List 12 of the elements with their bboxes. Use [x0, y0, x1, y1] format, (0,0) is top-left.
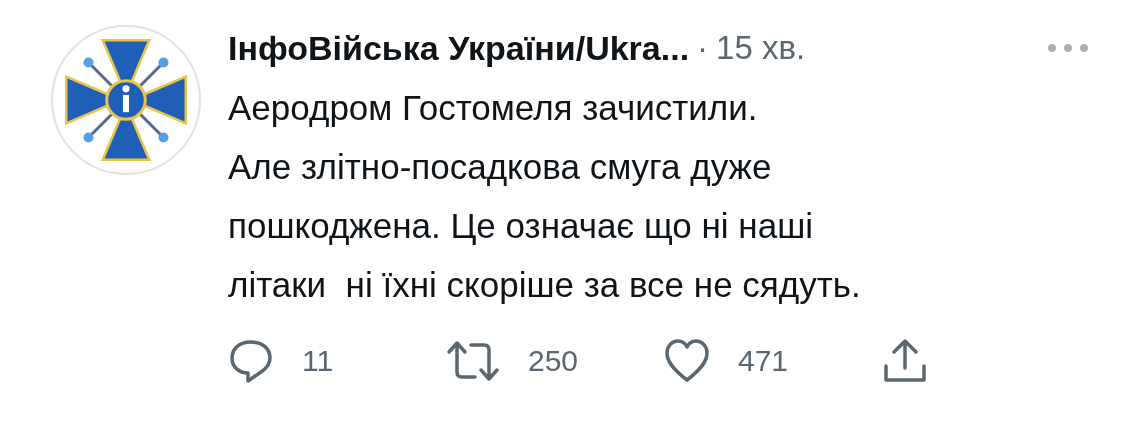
avatar-logo-icon[interactable]	[50, 24, 202, 176]
separator-dot: ·	[697, 29, 709, 67]
heart-icon[interactable]	[664, 338, 710, 384]
tweet-text: Аеродром Гостомеля зачистили. Але злітно-посадкова смуга дуже пошкоджена. Це означає що ні наші літаки ні їхні скоріше за все не сядуть.	[228, 87, 862, 306]
timestamp[interactable]: 15 хв.	[716, 29, 806, 67]
speech-bubble-icon[interactable]	[228, 338, 274, 384]
action-count: 11	[302, 344, 334, 378]
share-icon[interactable]	[882, 338, 928, 384]
retweet-icon[interactable]	[446, 338, 500, 384]
action-count: 250	[528, 344, 579, 378]
action-count: 471	[738, 344, 789, 378]
author-name[interactable]: ІнфоВійська України/Ukra...	[228, 28, 690, 68]
